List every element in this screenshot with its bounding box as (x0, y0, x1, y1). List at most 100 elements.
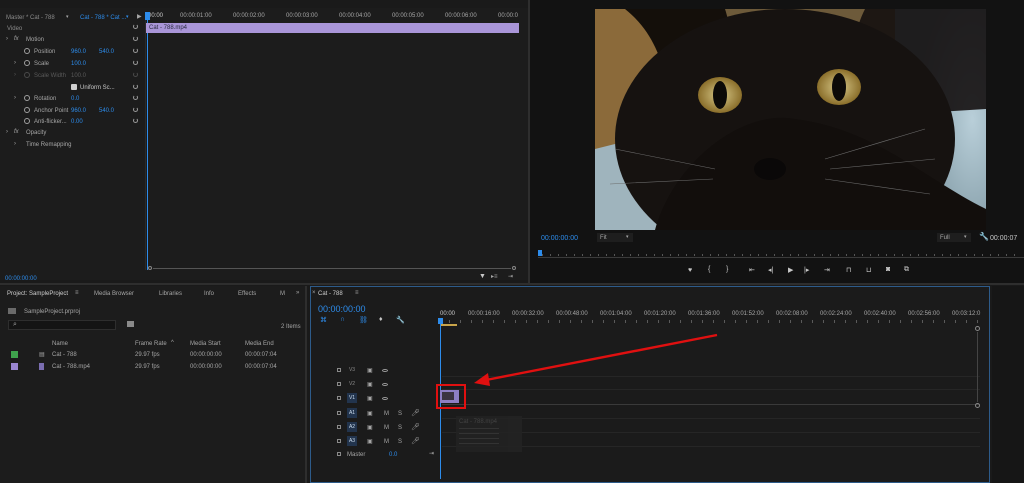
clip-bar-label: Cat - 788.mp4 (149, 25, 188, 31)
track-v3-label[interactable]: V3 (347, 365, 357, 375)
go-to-in-icon[interactable]: ⇤ (749, 266, 755, 274)
export-icon[interactable]: ⇥ (508, 273, 513, 280)
nest-icon[interactable]: ⌘ (320, 316, 327, 324)
uniform-scale-checkbox[interactable] (71, 84, 77, 90)
effect-controls-timecode[interactable]: 00:00:00:00 (5, 276, 37, 282)
timeline-ruler[interactable]: 00:00 00:00:16:00 00:00:32:00 00:00:48:0… (438, 309, 983, 325)
source-master-tab[interactable]: Master * Cat - 788 (6, 15, 55, 21)
program-scrub-bar[interactable] (538, 250, 1024, 260)
dropdown-icon[interactable]: ▾ (66, 14, 69, 20)
wrench-icon[interactable]: 🔧 (396, 316, 405, 324)
sort-asc-icon[interactable]: ^ (171, 340, 174, 346)
microphone-icon[interactable]: 🎤︎ (411, 409, 420, 417)
mute-button[interactable]: M (384, 411, 389, 417)
export-frame-icon[interactable]: ◙ (886, 266, 890, 273)
col-media-start[interactable]: Media Start (190, 341, 221, 347)
add-marker-icon[interactable]: ♦ (379, 316, 383, 323)
expand-chevron-icon[interactable]: › (14, 95, 16, 101)
position-x-value[interactable]: 960.0 (71, 49, 86, 55)
step-back-icon[interactable]: ◂| (768, 266, 773, 274)
go-to-out-icon[interactable]: ⇥ (824, 266, 830, 274)
mark-out-icon[interactable]: } (726, 266, 728, 273)
rotation-value[interactable]: 0.0 (71, 96, 79, 102)
scale-value[interactable]: 100.0 (71, 61, 86, 67)
close-icon[interactable]: × (312, 290, 316, 296)
table-row[interactable]: Cat - 788.mp4 29.97 fps 00:00:00:00 00:0… (0, 362, 305, 372)
play-icon[interactable]: ▶ (788, 266, 793, 274)
step-forward-icon[interactable]: |▸ (804, 266, 809, 274)
mute-button[interactable]: M (384, 425, 389, 431)
tab-info[interactable]: Info (204, 291, 214, 297)
position-y-value[interactable]: 540.0 (99, 49, 114, 55)
zoom-fit-dropdown[interactable]: Fit ▾ (597, 233, 633, 242)
work-area-bar[interactable] (441, 324, 457, 326)
col-media-end[interactable]: Media End (245, 341, 274, 347)
clip-tab[interactable]: Cat - 788 * Cat ... (80, 15, 126, 21)
anchor-y-value[interactable]: 540.0 (99, 108, 114, 114)
program-timecode[interactable]: 00:00:00:00 (541, 235, 578, 242)
add-marker-icon[interactable]: ♥ (688, 267, 692, 274)
sync-lock-icon[interactable]: ▣ (367, 438, 373, 445)
vertical-scroll-handle[interactable] (975, 326, 980, 331)
expand-chevron-icon[interactable]: › (14, 72, 16, 78)
tab-libraries[interactable]: Libraries (159, 291, 182, 297)
overflow-icon[interactable]: » (296, 290, 299, 296)
dropdown-icon[interactable]: ▾ (126, 14, 129, 20)
linked-selection-icon[interactable]: ⛓ (359, 316, 368, 324)
snap-icon[interactable]: ∩ (340, 316, 345, 323)
col-frame-rate[interactable]: Frame Rate (135, 341, 167, 347)
timeline-tab[interactable]: Cat - 788 (318, 291, 343, 297)
solo-button[interactable]: S (398, 425, 402, 431)
go-to-end-icon[interactable]: ⇥ (429, 450, 434, 457)
panel-menu-icon[interactable]: ≡ (75, 290, 79, 296)
expand-arrow-icon[interactable]: ▶ (137, 13, 142, 20)
clip-bar[interactable]: Cat - 788.mp4 (146, 23, 519, 33)
expand-chevron-icon[interactable]: › (14, 141, 16, 147)
quality-dropdown[interactable]: Full ▾ (937, 233, 971, 242)
effect-controls-divider (145, 12, 146, 270)
vertical-scroll-handle[interactable] (975, 403, 980, 408)
play-audio-icon[interactable]: ▸≡ (491, 273, 498, 280)
playhead-marker[interactable] (145, 12, 150, 20)
extract-icon[interactable]: ⊔ (866, 266, 871, 274)
horizontal-scrollbar[interactable] (148, 266, 516, 270)
project-search-input[interactable]: ⌕ (8, 320, 116, 330)
anchor-x-value[interactable]: 960.0 (71, 108, 86, 114)
wrench-icon[interactable]: 🔧 (979, 232, 989, 241)
track-v1-label[interactable]: V1 (347, 393, 357, 403)
effect-controls-ruler[interactable]: 00:00 00:00:01:00 00:00:02:00 00:00:03:0… (146, 10, 520, 22)
anti-flicker-value[interactable]: 0.00 (71, 119, 83, 125)
tab-project[interactable]: Project: SampleProject (7, 291, 68, 297)
new-bin-icon[interactable] (127, 321, 134, 327)
expand-chevron-icon[interactable]: › (6, 36, 8, 42)
sync-lock-icon[interactable]: ▣ (367, 410, 373, 417)
lift-icon[interactable]: ⊓ (846, 266, 851, 274)
vertical-scrollbar[interactable] (977, 332, 978, 402)
microphone-icon[interactable]: 🎤︎ (411, 423, 420, 431)
sync-lock-icon[interactable]: ▣ (367, 367, 373, 374)
expand-chevron-icon[interactable]: › (6, 129, 8, 135)
tab-effects[interactable]: Effects (238, 291, 256, 297)
master-volume-value[interactable]: 0.0 (389, 452, 397, 458)
tab-media-browser[interactable]: Media Browser (94, 291, 134, 297)
track-a1-label[interactable]: A1 (347, 408, 357, 418)
track-a3-label[interactable]: A3 (347, 436, 357, 446)
table-row[interactable]: ▤ Cat - 788 29.97 fps 00:00:00:00 00:00:… (0, 350, 305, 360)
mute-button[interactable]: M (384, 439, 389, 445)
sync-lock-icon[interactable]: ▣ (367, 395, 373, 402)
tab-more[interactable]: M (280, 291, 285, 297)
mark-in-icon[interactable]: { (708, 266, 710, 273)
microphone-icon[interactable]: 🎤︎ (411, 437, 420, 445)
panel-menu-icon[interactable]: ≡ (355, 290, 359, 296)
sync-lock-icon[interactable]: ▣ (367, 381, 373, 388)
expand-chevron-icon[interactable]: › (14, 60, 16, 66)
track-a2-label[interactable]: A2 (347, 422, 357, 432)
col-name[interactable]: Name (52, 341, 68, 347)
track-v2-label[interactable]: V2 (347, 379, 357, 389)
solo-button[interactable]: S (398, 411, 402, 417)
solo-button[interactable]: S (398, 439, 402, 445)
comparison-view-icon[interactable]: ⧉ (904, 266, 909, 274)
timeline-timecode[interactable]: 00:00:00:00 (318, 304, 366, 314)
sync-lock-icon[interactable]: ▣ (367, 424, 373, 431)
filter-icon[interactable]: ▼ (479, 273, 486, 280)
